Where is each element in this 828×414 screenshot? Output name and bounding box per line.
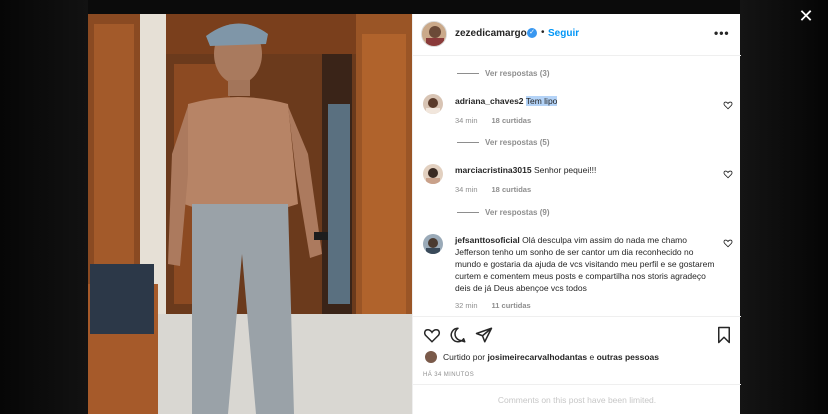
liked-by-user[interactable]: josimeirecarvalhodantas: [487, 352, 587, 362]
header-separator: •: [541, 27, 545, 38]
comment-likes[interactable]: 11 curtidas: [492, 301, 531, 310]
view-replies-button[interactable]: Ver respostas (5): [485, 138, 549, 147]
comment-like-heart-icon[interactable]: [723, 238, 733, 248]
post-actions: [413, 316, 741, 350]
comment-username[interactable]: marciacristina3015: [455, 165, 532, 175]
comment-text: Tem lipo: [525, 96, 558, 106]
follow-button[interactable]: Seguir: [548, 28, 579, 39]
comment-body: jefsanttosoficial Olá desculpa vim assim…: [455, 234, 717, 294]
comment-like-heart-icon[interactable]: [723, 169, 733, 179]
comment-text: Senhor pequei!!!: [533, 165, 597, 175]
comment-meta: 34 min 18 curtidas: [455, 116, 531, 125]
backdrop-left: [0, 0, 88, 414]
more-options-icon[interactable]: •••: [714, 26, 730, 40]
like-heart-icon[interactable]: [423, 326, 441, 344]
comments-limited-notice: Comments on this post have been limited.: [413, 384, 741, 414]
post-panel: zezedicamargo ✓ • Seguir ••• Ver respost…: [412, 14, 741, 414]
comment-time: 34 min: [455, 185, 478, 194]
post-header: zezedicamargo ✓ • Seguir •••: [413, 14, 741, 56]
liked-by-connector: e: [589, 352, 595, 362]
comment-username[interactable]: jefsanttosoficial: [455, 235, 520, 245]
comment-likes[interactable]: 18 curtidas: [492, 116, 532, 125]
author-avatar[interactable]: [421, 21, 447, 47]
comment-like-heart-icon[interactable]: [723, 100, 733, 110]
comment-body: marciacristina3015 Senhor pequei!!!: [455, 164, 715, 176]
verified-badge-icon: ✓: [527, 28, 537, 38]
liker-avatar: [425, 351, 437, 363]
comment-likes[interactable]: 18 curtidas: [492, 185, 532, 194]
view-replies-button[interactable]: Ver respostas (9): [485, 208, 549, 217]
comment-time: 32 min: [455, 301, 478, 310]
thread-line: [457, 73, 479, 74]
view-replies-button[interactable]: Ver respostas (3): [485, 69, 549, 78]
comment-avatar-image: [423, 94, 443, 114]
post-photo: [88, 14, 412, 414]
bookmark-icon[interactable]: [715, 326, 733, 344]
comment-meta: 34 min 18 curtidas: [455, 185, 531, 194]
comment-avatar-image: [423, 234, 443, 254]
comment-body: adriana_chaves2 Tem lipo: [455, 95, 715, 107]
post-timestamp[interactable]: HÁ 34 MINUTOS: [423, 372, 474, 378]
comment-username[interactable]: adriana_chaves2: [455, 96, 524, 106]
comment-avatar[interactable]: [423, 164, 443, 184]
comment-avatar[interactable]: [423, 234, 443, 254]
comment-avatar[interactable]: [423, 94, 443, 114]
liked-by-prefix: Curtido por: [443, 352, 486, 362]
comment-bubble-icon[interactable]: [449, 326, 467, 344]
close-icon[interactable]: ✕: [796, 6, 816, 26]
thread-line: [457, 142, 479, 143]
comment-meta: 32 min 11 curtidas: [455, 301, 531, 310]
backdrop-right: [740, 0, 828, 414]
author-avatar-image: [422, 22, 446, 46]
thread-line: [457, 212, 479, 213]
comment-time: 34 min: [455, 116, 478, 125]
photo-image: [88, 14, 412, 414]
author-username[interactable]: zezedicamargo: [455, 28, 527, 39]
share-send-icon[interactable]: [475, 326, 493, 344]
liked-by-others[interactable]: outras pessoas: [597, 352, 659, 362]
comment-avatar-image: [423, 164, 443, 184]
liked-by: Curtido por josimeirecarvalhodantas e ou…: [425, 350, 659, 364]
